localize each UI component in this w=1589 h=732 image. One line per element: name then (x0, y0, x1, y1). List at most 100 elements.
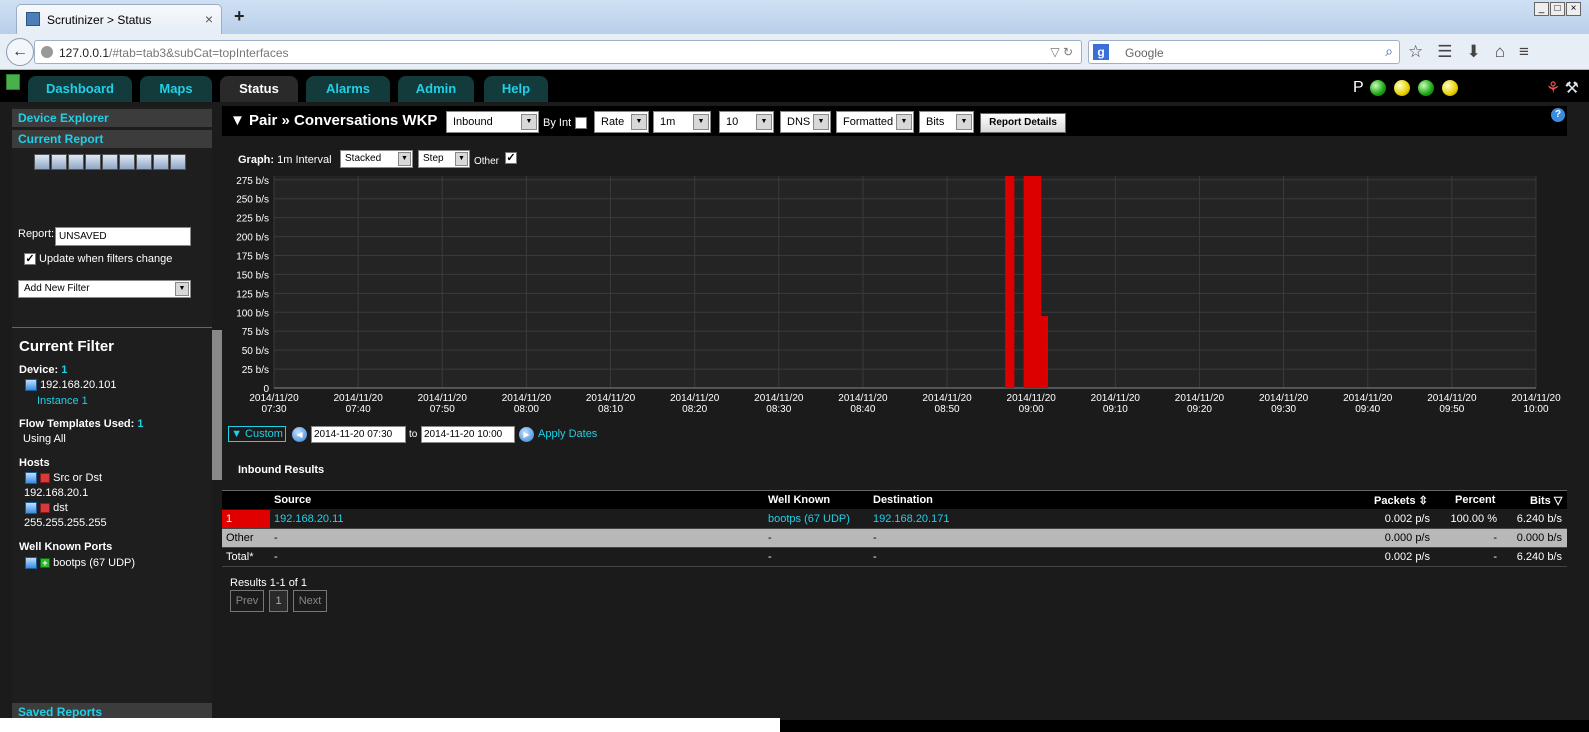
other-checkbox[interactable]: ✓ (505, 152, 517, 164)
previous-range-icon[interactable]: ◀ (292, 427, 307, 442)
page-number-button[interactable]: 1 (269, 590, 288, 612)
chevron-down-icon[interactable]: ▼ (693, 114, 709, 130)
graph-style-select[interactable]: Step ▼ (418, 150, 470, 168)
device-instance[interactable]: Instance 1 (37, 395, 88, 407)
update-checkbox[interactable]: ✓ (24, 253, 36, 265)
maximize-icon[interactable]: □ (1550, 2, 1565, 16)
apply-dates-link[interactable]: Apply Dates (538, 428, 597, 440)
sidebar-collapse-handle[interactable] (212, 330, 222, 480)
percent-header[interactable]: Percent (1455, 494, 1495, 506)
table-row[interactable]: 1 192.168.20.11 bootps (67 UDP) 192.168.… (222, 510, 1567, 529)
table-row[interactable]: Total* - - - 0.002 p/s - 6.240 b/s (222, 548, 1567, 567)
table-row[interactable]: Other - - - 0.000 p/s - 0.000 b/s (222, 529, 1567, 548)
report-details-button[interactable]: Report Details (980, 113, 1066, 133)
bookmark-star-icon[interactable]: ☆ (1408, 42, 1423, 62)
print-icon[interactable] (102, 154, 118, 170)
chart-bar[interactable] (1005, 176, 1015, 388)
document-icon[interactable] (170, 154, 186, 170)
chevron-down-icon[interactable]: ▼ (813, 114, 829, 130)
tab-maps[interactable]: Maps (140, 76, 212, 102)
update-filters-option[interactable]: ✓ Update when filters change (24, 253, 172, 265)
address-bar[interactable]: 127.0.0.1/#tab=tab3&subCat=topInterfaces… (34, 40, 1082, 64)
download-icon[interactable]: ⬇ (1467, 42, 1481, 62)
sort-desc-icon[interactable]: ▽ (1554, 495, 1562, 507)
row-well-known[interactable]: bootps (67 UDP) (768, 513, 850, 525)
chart-bar[interactable] (1023, 176, 1042, 388)
reading-list-icon[interactable]: ☰ (1437, 42, 1452, 62)
end-date-input[interactable]: 2014-11-20 10:00 (421, 426, 515, 443)
site-identity-icon[interactable] (41, 46, 53, 58)
status-light-green-icon[interactable] (1418, 80, 1434, 96)
next-page-button[interactable]: Next (293, 590, 327, 612)
tab-admin[interactable]: Admin (398, 76, 474, 102)
direction-select[interactable]: Inbound ▼ (446, 111, 539, 133)
chevron-down-icon[interactable]: ▼ (896, 114, 912, 130)
well-known-header[interactable]: Well Known (768, 494, 830, 506)
sidebar-device-explorer[interactable]: Device Explorer (12, 109, 212, 127)
report-name-input[interactable]: UNSAVED (55, 227, 191, 246)
search-icon[interactable]: ⌕ (1385, 43, 1393, 60)
interval-select[interactable]: 1m ▼ (653, 111, 711, 133)
exclude-icon[interactable] (40, 473, 51, 484)
eraser-icon[interactable] (34, 154, 50, 170)
by-int-checkbox[interactable] (575, 117, 587, 129)
save-icon[interactable] (51, 154, 67, 170)
bits-header[interactable]: Bits ▽ (1530, 494, 1562, 507)
destination-header[interactable]: Destination (873, 494, 933, 506)
back-arrow-icon[interactable]: ← (6, 38, 34, 66)
chevron-down-icon[interactable]: ▼ (455, 152, 468, 166)
search-box[interactable]: g Google ⌕ (1088, 40, 1400, 64)
close-window-icon[interactable]: × (1566, 2, 1581, 16)
row-source[interactable]: 192.168.20.11 (274, 513, 344, 525)
unit-select[interactable]: Bits ▼ (919, 111, 974, 133)
trash-icon[interactable] (25, 557, 37, 570)
status-light-green-icon[interactable] (1370, 80, 1386, 96)
scrutinizer-logo-icon[interactable] (6, 74, 20, 90)
close-tab-icon[interactable]: × (205, 11, 213, 27)
port-value[interactable]: bootps (67 UDP) (53, 557, 135, 569)
source-header[interactable]: Source (274, 494, 311, 506)
start-date-input[interactable]: 2014-11-20 07:30 (311, 426, 406, 443)
count-select[interactable]: 10 ▼ (719, 111, 774, 133)
tab-dashboard[interactable]: Dashboard (28, 76, 132, 102)
schedule-icon[interactable] (85, 154, 101, 170)
trash-icon[interactable] (25, 472, 37, 485)
pdf-icon[interactable] (153, 154, 169, 170)
chevron-down-icon[interactable]: ▼ (521, 114, 537, 130)
sidebar-current-report[interactable]: Current Report (12, 130, 212, 148)
home-icon[interactable]: ⌂ (1495, 42, 1505, 62)
tools-icon[interactable]: ⚘ ⚒ (1546, 78, 1579, 98)
menu-icon[interactable]: ≡ (1519, 42, 1529, 62)
new-tab-button[interactable]: + (234, 6, 245, 27)
device-ip[interactable]: 192.168.20.101 (40, 379, 116, 391)
graph-mode-select[interactable]: Stacked ▼ (340, 150, 413, 168)
prev-page-button[interactable]: Prev (230, 590, 264, 612)
tab-help[interactable]: Help (484, 76, 548, 102)
sort-both-icon[interactable]: ⇳ (1419, 495, 1428, 507)
include-icon[interactable]: + (40, 558, 51, 569)
add-filter-select[interactable]: Add New Filter ▼ (18, 280, 191, 298)
email-icon[interactable] (119, 154, 135, 170)
status-light-yellow-icon[interactable] (1394, 80, 1410, 96)
host-ip[interactable]: 192.168.20.1 (24, 487, 88, 499)
chevron-down-icon[interactable]: ▼ (398, 152, 411, 166)
chevron-down-icon[interactable]: ▼ (631, 114, 647, 130)
chevron-down-icon[interactable]: ▼ (175, 282, 189, 296)
chevron-down-icon[interactable]: ▼ (956, 114, 972, 130)
chart-bar[interactable] (1041, 316, 1049, 388)
tab-status[interactable]: Status (220, 76, 298, 102)
save-as-icon[interactable] (68, 154, 84, 170)
format-select[interactable]: Formatted ▼ (836, 111, 914, 133)
custom-range-button[interactable]: ▼ Custom (228, 426, 286, 442)
host-ip[interactable]: 255.255.255.255 (24, 517, 107, 529)
help-icon[interactable]: ? (1551, 108, 1565, 122)
trash-icon[interactable] (25, 502, 37, 515)
status-light-yellow-icon[interactable] (1442, 80, 1458, 96)
browser-tab[interactable]: Scrutinizer > Status × (16, 4, 222, 34)
dns-select[interactable]: DNS ▼ (780, 111, 831, 133)
row-destination[interactable]: 192.168.20.171 (873, 513, 949, 525)
tab-alarms[interactable]: Alarms (306, 76, 390, 102)
reload-icon[interactable]: ▽ ↻ (1050, 45, 1073, 59)
exclude-icon[interactable] (40, 503, 51, 514)
chevron-down-icon[interactable]: ▼ (756, 114, 772, 130)
